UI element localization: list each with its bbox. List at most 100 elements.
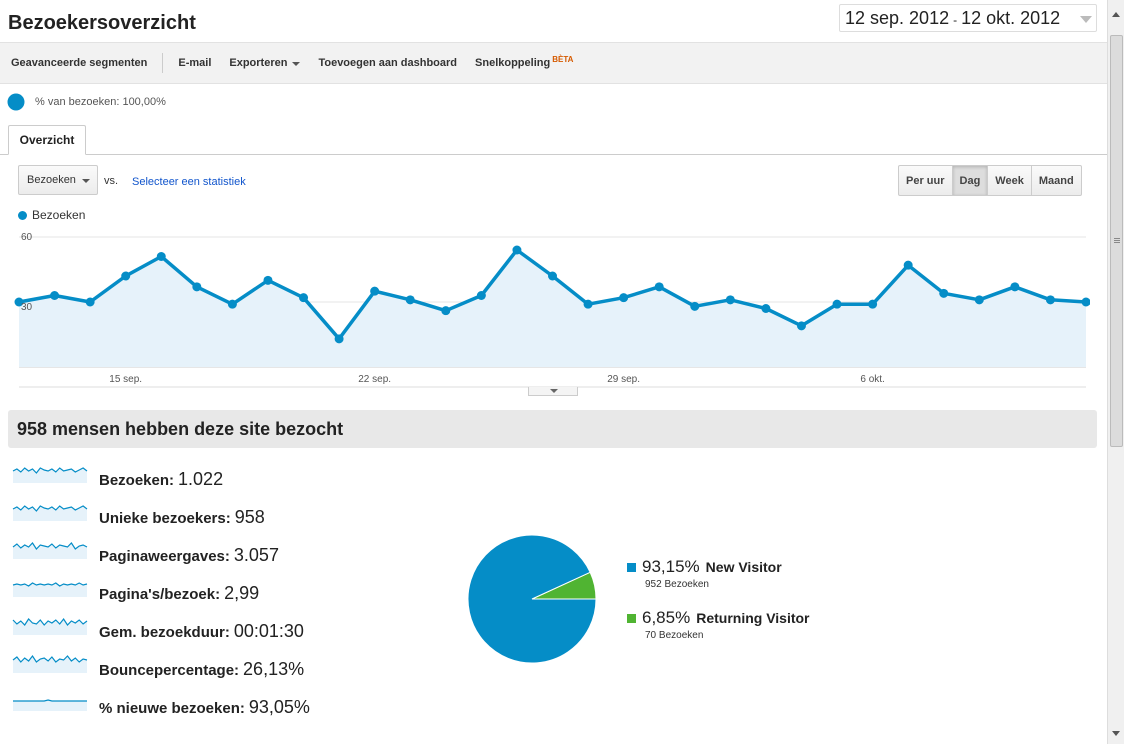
data-point[interactable] [974,295,984,305]
scroll-up-icon[interactable] [1112,12,1120,17]
pie-legend-returning-visitor: 6,85% Returning Visitor 70 Bezoeken [627,608,810,641]
metric-row[interactable]: Bouncepercentage: 26,13% [12,652,352,682]
data-point[interactable] [939,288,949,298]
data-point[interactable] [512,245,522,255]
y-tick-label: 60 [21,232,33,243]
vertical-scrollbar[interactable] [1107,0,1124,744]
sparkline [13,699,87,711]
granularity-month-button[interactable]: Maand [1030,166,1081,195]
data-point[interactable] [50,291,60,300]
data-point[interactable] [263,275,273,285]
data-point[interactable] [903,260,913,270]
data-point[interactable] [690,301,700,311]
segment-indicator: % van bezoeken: 100,00% [7,93,166,111]
scrollbar-thumb[interactable] [1110,35,1123,447]
chart-legend: Bezoeken [18,208,85,222]
data-point[interactable] [405,295,415,305]
date-start: 12 sep. 2012 [845,7,950,28]
select-statistic-link[interactable]: Selecteer een statistiek [132,176,246,188]
visitors-overview-page: Bezoekersoverzicht 12 sep. 2012 - 12 okt… [0,0,1124,744]
metric-label: Gem. bezoekduur: 00:01:30 [99,621,304,641]
metric-label: Pagina's/bezoek: 2,99 [99,583,260,603]
sparkline [12,582,88,597]
metric-value: 93,05% [248,697,310,717]
pie-legend-new-visitor: 93,15% New Visitor 952 Bezoeken [627,557,782,590]
granularity-hour-button[interactable]: Per uur [899,166,952,195]
report-toolbar: Geavanceerde segmenten E-mail Exporteren… [0,42,1107,84]
metric-row[interactable]: % nieuwe bezoeken: 93,05% [12,690,352,720]
granularity-week-button[interactable]: Week [987,166,1031,195]
chart-collapse-handle[interactable] [528,387,578,396]
scroll-down-icon[interactable] [1112,731,1120,736]
date-range-picker[interactable]: 12 sep. 2012 - 12 okt. 2012 [839,4,1097,32]
legend-swatch [627,613,636,623]
x-tick-label: 29 sep. [607,374,640,385]
sparkline [12,617,88,635]
sparkline-fill [13,700,87,711]
data-point[interactable] [227,299,237,309]
advanced-segments-button[interactable]: Geavanceerde segmenten [0,57,162,69]
metric-select[interactable]: Bezoeken [18,165,98,195]
tab-underline [0,154,1107,155]
chevron-down-icon[interactable] [1080,16,1092,23]
chevron-down-icon [550,389,558,393]
metric-row[interactable]: Paginaweergaves: 3.057 [12,538,352,568]
data-point[interactable] [121,271,131,281]
metric-label: Bouncepercentage: 26,13% [99,659,305,679]
metric-label: Unieke bezoekers: 958 [99,507,265,527]
sparkline [12,505,88,521]
grip-icon [1114,238,1120,239]
chevron-down-icon [82,179,90,183]
data-point[interactable] [476,291,486,300]
metric-row[interactable]: Gem. bezoekduur: 00:01:30 [12,614,352,644]
metric-value: 2,99 [224,583,260,603]
data-point[interactable] [192,282,202,292]
summary-headline: 958 mensen hebben deze site bezocht [8,410,1097,448]
metric-row[interactable]: Unieke bezoekers: 958 [12,500,352,530]
data-point[interactable] [832,299,842,309]
new-visitor-name: New Visitor [705,559,782,575]
sparkline [12,467,88,483]
data-point[interactable] [1010,282,1020,292]
granularity-day-button[interactable]: Dag [951,166,988,195]
metric-row[interactable]: Pagina's/bezoek: 2,99 [12,576,352,606]
page-title: Bezoekersoverzicht [8,12,196,34]
data-point[interactable] [619,293,629,303]
metric-value: 26,13% [243,659,305,679]
sparkline-line [13,699,87,702]
metric-select-value: Bezoeken [27,174,76,186]
data-point[interactable] [370,286,380,296]
new-visitor-pct: 93,15% [642,557,700,576]
shortcut-label: Snelkoppeling [475,57,551,69]
data-point[interactable] [796,321,806,331]
data-point[interactable] [1045,295,1055,305]
chevron-down-icon [292,61,301,66]
export-label: Exporteren [229,57,288,69]
add-to-dashboard-button[interactable]: Toevoegen aan dashboard [309,57,466,69]
x-tick-label: 22 sep. [358,374,391,385]
data-point[interactable] [85,297,95,307]
email-button[interactable]: E-mail [169,57,220,69]
data-point[interactable] [299,293,309,303]
data-point[interactable] [761,304,771,313]
metric-label: % nieuwe bezoeken: 93,05% [99,697,310,717]
metric-row[interactable]: Bezoeken: 1.022 [12,462,352,492]
data-point[interactable] [548,271,557,281]
returning-visitor-visits: 70 Bezoeken [645,630,704,641]
data-point[interactable] [441,306,451,316]
export-button[interactable]: Exporteren [220,57,309,69]
pie-chart-icon [7,93,25,111]
data-point[interactable] [725,295,735,305]
data-point[interactable] [654,282,664,292]
data-point[interactable] [334,334,344,344]
pie-slice[interactable] [467,534,597,664]
tab-overview[interactable]: Overzicht [8,125,86,155]
data-point[interactable] [156,252,166,261]
shortcut-button[interactable]: Snelkoppeling BÈTA [466,55,582,70]
metric-label: Bezoeken: 1.022 [99,469,224,489]
data-point[interactable] [868,299,878,309]
data-point[interactable] [583,299,593,309]
visits-line-chart: 60 30 15 sep. 22 sep. 29 sep. 6 okt. [14,232,1090,388]
toolbar-divider [162,53,164,73]
segment-label: % van bezoeken: 100,00% [35,96,166,108]
